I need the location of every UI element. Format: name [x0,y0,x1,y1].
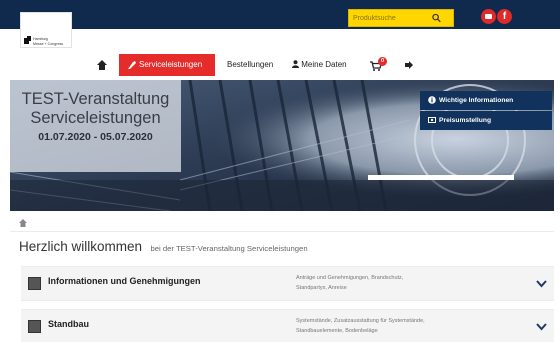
welcome-title: Herzlich willkommen [19,239,143,254]
product-search [348,9,454,27]
accordion-description: Systemstände, Zusatzausstattung für Syst… [296,316,486,336]
home-icon[interactable] [96,54,108,76]
important-info-button[interactable]: Wichtige Informationen [420,91,552,110]
hamburg-messe-logo[interactable]: Hamburg Messe + Congress [20,12,72,48]
hero-title-panel: TEST-Veranstaltung Serviceleistungen 01.… [10,80,181,172]
facebook-icon[interactable]: f [497,9,512,24]
nav-item-serviceleistungen[interactable]: Serviceleistungen [119,54,215,76]
accordion-informationen[interactable]: Informationen und Genehmigungen Anträge … [21,266,554,301]
nav-item-label: Serviceleistungen [139,60,203,69]
main-navigation: Serviceleistungen Bestellungen Meine Dat… [0,54,560,76]
hero-white-bar [368,175,514,180]
accordion-description: Anträge und Genehmigungen, Brandschutz, … [296,273,486,293]
accordion-description-line2: Standpartys, Anreise [296,285,347,291]
info-icon [428,96,436,104]
breadcrumb-divider [10,231,554,232]
search-input[interactable] [353,12,433,24]
nav-item-meine-daten[interactable]: Meine Daten [292,54,347,76]
youtube-icon[interactable] [481,9,496,24]
money-icon [428,117,436,123]
event-dates: 01.07.2020 - 05.07.2020 [38,131,153,143]
event-title-line1: TEST-Veranstaltung [21,90,170,108]
document-icon [28,277,41,290]
top-header-band [0,0,560,29]
nav-item-label: Meine Daten [301,60,347,69]
stand-icon [28,320,41,333]
event-title-line2: Serviceleistungen [30,109,161,127]
page: Hamburg Messe + Congress f Serviceleistu… [0,0,560,342]
important-info-label: Wichtige Informationen [439,97,514,104]
welcome-subtitle: bei der TEST-Veranstaltung Serviceleistu… [150,244,308,253]
logout-icon[interactable] [404,54,414,76]
price-change-button[interactable]: Preisumstellung [420,111,552,130]
user-icon [292,60,299,68]
nav-item-bestellungen[interactable]: Bestellungen [227,54,273,76]
logo-text-line1: Hamburg [33,37,48,41]
accordion-description-line1: Systemstände, Zusatzausstattung für Syst… [296,318,425,324]
chevron-down-icon[interactable] [536,323,547,331]
accordion-description-line2: Standbauelemente, Bodenbeläge [296,328,378,334]
accordion-title: Informationen und Genehmigungen [48,276,201,286]
cart-count-badge: 0 [378,57,387,66]
wrench-icon [128,61,136,69]
welcome-heading: Herzlich willkommen bei der TEST-Veranst… [19,238,308,256]
search-icon[interactable] [432,13,441,23]
breadcrumb-home-icon[interactable] [18,218,28,228]
accordion-title: Standbau [48,319,90,329]
chevron-down-icon[interactable] [536,280,547,288]
logo-mark-icon [24,36,31,44]
price-change-label: Preisumstellung [439,117,492,124]
logo-text-line2: Messe + Congress [33,42,64,46]
accordion-description-line1: Anträge und Genehmigungen, Brandschutz, [296,275,404,281]
accordion-standbau[interactable]: Standbau Systemstände, Zusatzausstattung… [21,309,554,342]
